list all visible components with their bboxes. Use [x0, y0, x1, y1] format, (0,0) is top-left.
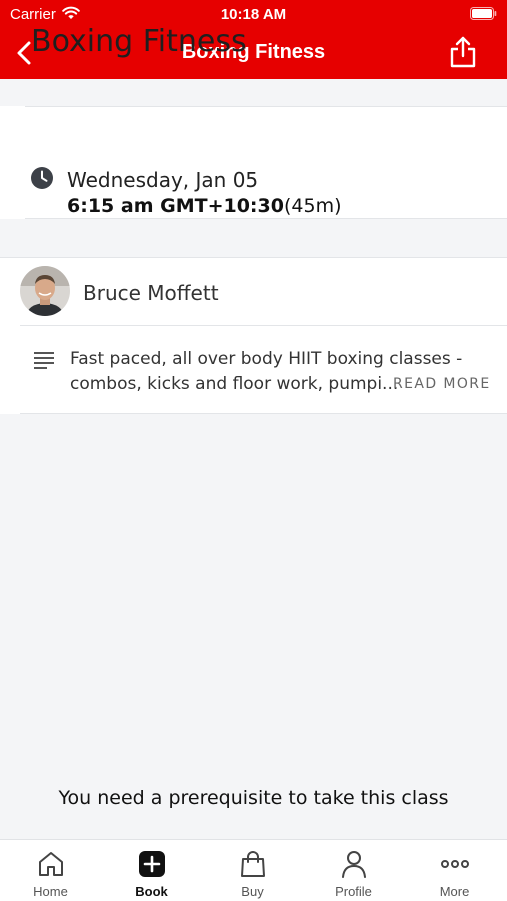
tab-label: Buy — [241, 884, 264, 899]
clock-icon — [31, 167, 53, 189]
tab-label: Book — [135, 884, 168, 899]
description-text-line2: combos, kicks and floor work, pumpi... — [70, 374, 399, 394]
tab-home[interactable]: Home — [0, 840, 101, 901]
class-title: Boxing Fitness — [31, 24, 247, 59]
battery-icon — [470, 7, 497, 20]
description-lines-icon — [34, 352, 54, 369]
read-more-link[interactable]: READ MORE — [393, 376, 491, 392]
class-date: Wednesday, Jan 05 — [67, 168, 259, 192]
prerequisite-message: You need a prerequisite to take this cla… — [58, 787, 449, 809]
ellipsis-icon — [441, 860, 469, 868]
class-duration: (45m) — [283, 195, 342, 217]
share-icon[interactable] — [449, 36, 477, 68]
tab-buy[interactable]: Buy — [202, 840, 303, 901]
plus-square-icon — [139, 851, 165, 877]
tab-profile[interactable]: Profile — [303, 840, 404, 901]
divider — [20, 413, 507, 414]
divider — [0, 257, 507, 258]
status-time: 10:18 AM — [220, 6, 287, 23]
tab-book[interactable]: Book — [101, 840, 202, 901]
description-text-line1: Fast paced, all over body HIIT boxing cl… — [70, 349, 463, 369]
divider — [20, 325, 507, 326]
divider — [25, 218, 507, 219]
instructor-avatar[interactable] — [20, 266, 70, 316]
class-start-time: 6:15 am GMT+10:30 — [67, 195, 284, 217]
tab-bar: Home Book Buy Profile More — [0, 839, 507, 901]
class-time: 6:15 am GMT+10:30(45m) — [67, 195, 342, 217]
instructor-name[interactable]: Bruce Moffett — [83, 281, 219, 305]
divider — [25, 106, 507, 107]
tab-label: More — [439, 884, 470, 899]
tab-more[interactable]: More — [404, 840, 505, 901]
tab-label: Profile — [335, 884, 372, 899]
person-icon — [342, 851, 366, 878]
home-icon — [39, 852, 63, 876]
tab-label: Home — [33, 884, 68, 899]
shopping-bag-icon — [241, 851, 265, 877]
